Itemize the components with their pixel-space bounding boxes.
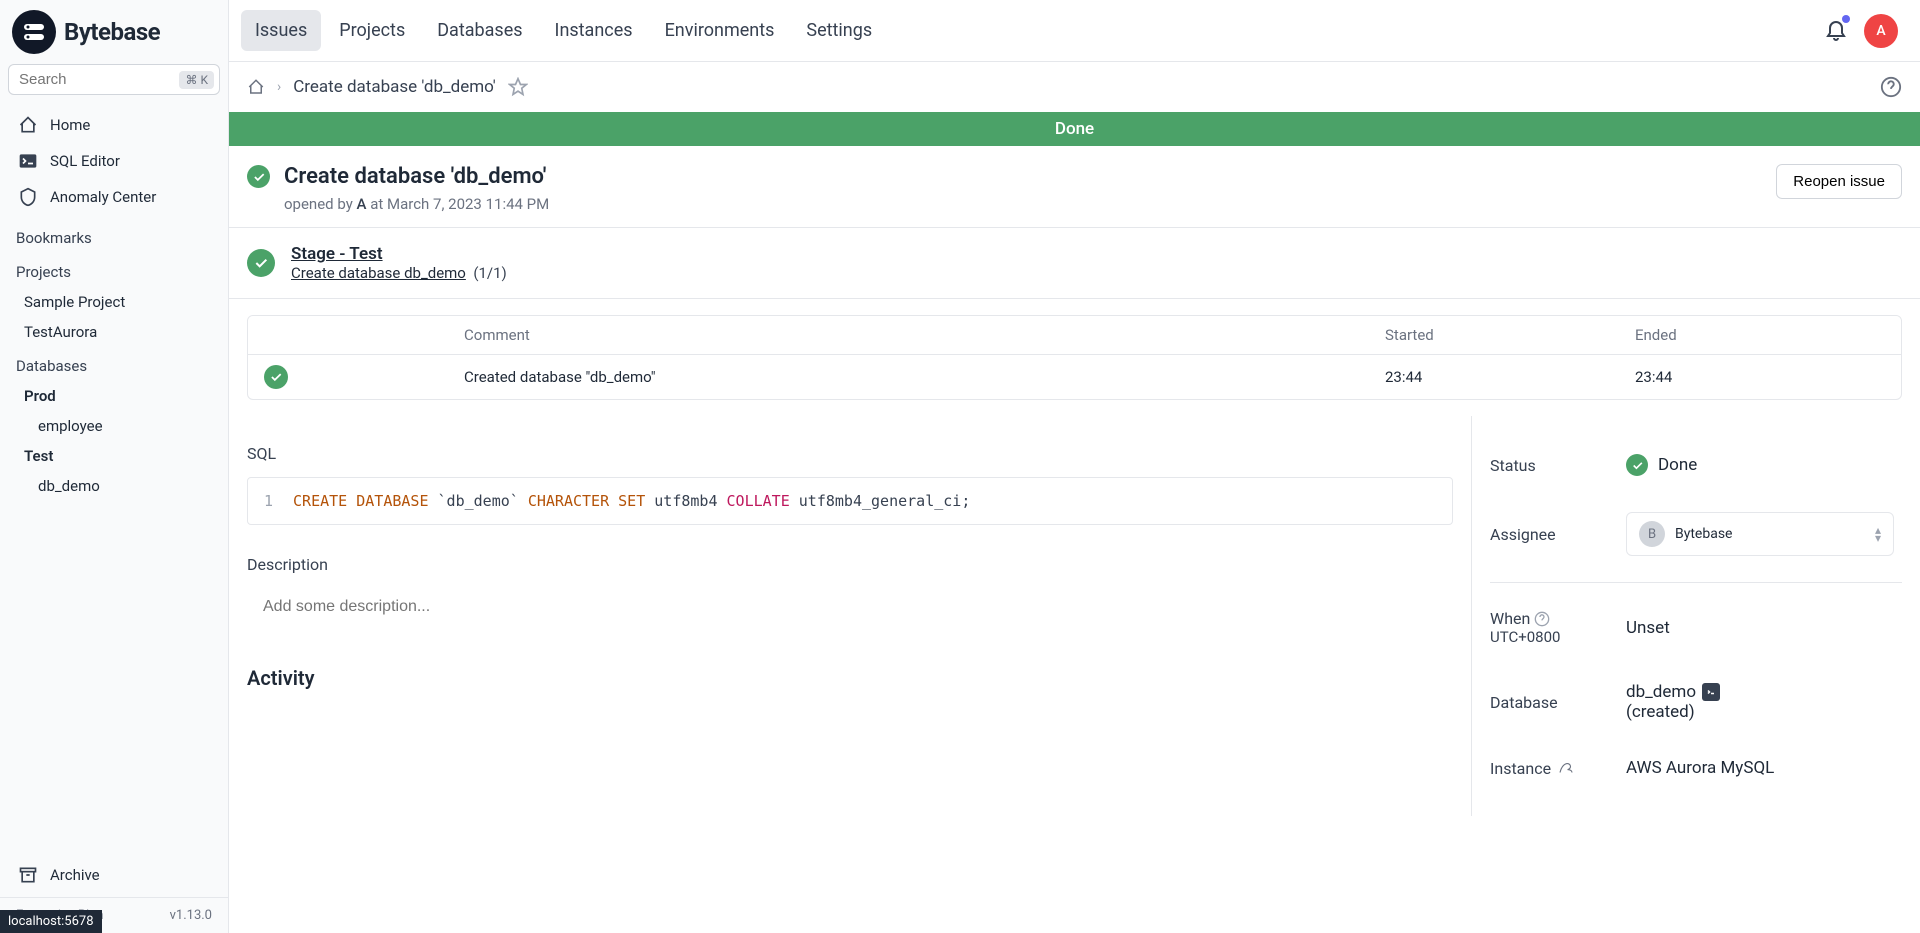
issue-title: Create database 'db_demo'	[284, 164, 546, 189]
tab-settings[interactable]: Settings	[792, 10, 886, 51]
database-status: (created)	[1626, 702, 1720, 722]
nav-anomaly[interactable]: Anomaly Center	[8, 179, 220, 215]
sidebar-env-prod[interactable]: Prod	[0, 381, 228, 411]
bookmarks-heading: Bookmarks	[0, 219, 228, 253]
sidebar-db-demo[interactable]: db_demo	[0, 471, 228, 501]
sidebar-db-employee[interactable]: employee	[0, 411, 228, 441]
search-shortcut: ⌘ K	[179, 71, 214, 89]
archive-icon	[18, 865, 38, 885]
user-avatar[interactable]: A	[1864, 14, 1898, 48]
assignee-select[interactable]: B Bytebase ▴▾	[1626, 512, 1894, 556]
opened-prefix: opened by	[284, 195, 353, 213]
when-label: When	[1490, 609, 1530, 628]
sidebar-project-sample[interactable]: Sample Project	[0, 287, 228, 317]
info-icon[interactable]	[1534, 611, 1550, 627]
shield-icon	[18, 187, 38, 207]
bytebase-logo-icon	[12, 10, 56, 54]
assignee-label: Assignee	[1490, 525, 1626, 544]
status-check-icon	[247, 165, 270, 188]
when-tz: UTC+0800	[1490, 628, 1560, 646]
chevron-right-icon: ›	[277, 79, 281, 95]
localhost-badge: localhost:5678	[0, 910, 102, 933]
status-banner: Done	[229, 112, 1920, 146]
sql-content: CREATE DATABASE `db_demo` CHARACTER SET …	[293, 492, 970, 510]
stage-count: (1/1)	[473, 264, 506, 282]
sidebar-project-testaurora[interactable]: TestAurora	[0, 317, 228, 347]
activity-heading: Activity	[247, 666, 1453, 690]
when-value: Unset	[1626, 618, 1670, 638]
assignee-avatar: B	[1639, 521, 1665, 547]
sql-label: SQL	[247, 444, 1453, 463]
sidebar: Bytebase ⌘ K Home SQL Editor Anomaly Cen…	[0, 0, 229, 933]
description-input[interactable]	[247, 588, 1453, 626]
nav-sql-label: SQL Editor	[50, 152, 120, 170]
sql-lineno: 1	[264, 492, 273, 510]
row-ended: 23:44	[1635, 368, 1885, 386]
opened-user[interactable]: A	[357, 195, 367, 213]
col-started: Started	[1385, 326, 1635, 344]
databases-heading: Databases	[0, 347, 228, 381]
sql-editor[interactable]: 1 CREATE DATABASE `db_demo` CHARACTER SE…	[247, 477, 1453, 525]
help-icon[interactable]	[1880, 76, 1902, 98]
status-label: Status	[1490, 456, 1626, 475]
instance-value[interactable]: AWS Aurora MySQL	[1626, 758, 1774, 778]
stage-task[interactable]: Create database db_demo	[291, 264, 466, 282]
tab-databases[interactable]: Databases	[423, 10, 536, 51]
nav-anomaly-label: Anomaly Center	[50, 188, 156, 206]
mysql-icon	[1557, 759, 1575, 777]
row-check-icon	[264, 365, 288, 389]
notifications-button[interactable]	[1824, 17, 1848, 45]
row-comment: Created database "db_demo"	[464, 368, 1385, 386]
tab-environments[interactable]: Environments	[651, 10, 789, 51]
nav-home-label: Home	[50, 116, 90, 134]
nav-archive-label: Archive	[50, 866, 100, 884]
stage-check-icon	[247, 249, 275, 277]
tab-instances[interactable]: Instances	[541, 10, 647, 51]
version-label: v1.13.0	[170, 908, 212, 923]
select-arrows-icon: ▴▾	[1875, 526, 1881, 542]
assignee-value: Bytebase	[1675, 526, 1732, 542]
notification-dot	[1842, 15, 1850, 23]
col-ended: Ended	[1635, 326, 1885, 344]
terminal-icon	[18, 151, 38, 171]
main: Issues Projects Databases Instances Envi…	[229, 0, 1920, 933]
reopen-button[interactable]: Reopen issue	[1776, 164, 1902, 199]
opened-time: at March 7, 2023 11:44 PM	[370, 195, 549, 213]
nav-archive[interactable]: Archive	[8, 857, 220, 893]
breadcrumb-current: Create database 'db_demo'	[293, 77, 496, 97]
star-icon[interactable]	[508, 77, 528, 97]
logo[interactable]: Bytebase	[0, 0, 228, 64]
tab-issues[interactable]: Issues	[241, 10, 321, 51]
task-table: Comment Started Ended Created database "…	[247, 315, 1902, 400]
status-check-icon-small	[1626, 454, 1648, 476]
home-icon	[18, 115, 38, 135]
stage-title[interactable]: Stage - Test	[291, 244, 507, 264]
home-breadcrumb-icon[interactable]	[247, 78, 265, 96]
brand-name: Bytebase	[64, 18, 160, 46]
nav-home[interactable]: Home	[8, 107, 220, 143]
issue-meta: opened by A at March 7, 2023 11:44 PM	[284, 195, 549, 213]
sidebar-env-test[interactable]: Test	[0, 441, 228, 471]
top-tabs: Issues Projects Databases Instances Envi…	[229, 0, 1920, 62]
breadcrumb: › Create database 'db_demo'	[229, 62, 1920, 112]
instance-label: Instance	[1490, 759, 1551, 778]
status-value: Done	[1658, 455, 1697, 475]
row-started: 23:44	[1385, 368, 1635, 386]
task-row[interactable]: Created database "db_demo" 23:44 23:44	[248, 355, 1901, 399]
database-value[interactable]: db_demo	[1626, 682, 1696, 702]
col-comment: Comment	[464, 326, 1385, 344]
nav-sql-editor[interactable]: SQL Editor	[8, 143, 220, 179]
tab-projects[interactable]: Projects	[325, 10, 419, 51]
projects-heading: Projects	[0, 253, 228, 287]
terminal-small-icon	[1702, 683, 1720, 701]
database-label: Database	[1490, 693, 1626, 712]
stage-box: Stage - Test Create database db_demo (1/…	[229, 227, 1920, 299]
description-label: Description	[247, 555, 1453, 574]
